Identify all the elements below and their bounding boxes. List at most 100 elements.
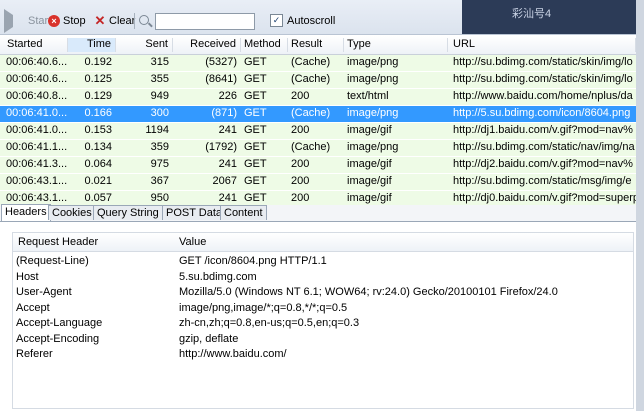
- autoscroll-label: Autoscroll: [287, 14, 336, 27]
- cell-time: 0.134: [84, 141, 112, 153]
- tab-content[interactable]: Content: [220, 205, 267, 220]
- cell-method: GET: [244, 192, 267, 204]
- cell-started: 00:06:43.1...: [6, 192, 68, 204]
- headers-table: Request Header Value (Request-Line) GET /…: [12, 232, 634, 409]
- cell-sent: 975: [150, 158, 169, 170]
- header-value-column[interactable]: Value: [179, 236, 206, 248]
- request-list-header: Started Time Sent Received Method Result…: [0, 36, 644, 55]
- cell-received: 241: [218, 192, 237, 204]
- cell-method: GET: [244, 107, 267, 119]
- cell-started: 00:06:41.3...: [6, 158, 68, 170]
- cell-method: GET: [244, 73, 267, 85]
- toolbar-separator: [134, 13, 135, 29]
- request-row[interactable]: 00:06:40.8... 0.129 949 226 GET 200 text/html h…: [0, 89, 644, 106]
- header-value: http://www.baidu.com/: [179, 348, 287, 360]
- header-name: Accept-Language: [16, 317, 103, 329]
- cell-started: 00:06:40.6...: [6, 56, 68, 68]
- cell-time: 0.125: [84, 73, 112, 85]
- cell-sent: 1194: [145, 124, 169, 136]
- header-value: 5.su.bdimg.com: [179, 270, 257, 283]
- stop-button[interactable]: × Stop: [48, 13, 86, 29]
- header-name: (Request-Line): [16, 255, 89, 267]
- cell-type: image/gif: [347, 158, 392, 170]
- cell-method: GET: [244, 124, 267, 136]
- request-row[interactable]: 00:06:40.6... 0.125 355 (8641) GET (Cache) ima…: [0, 72, 644, 89]
- cell-time: 0.153: [84, 124, 112, 136]
- clear-icon: ✕: [94, 13, 106, 28]
- request-row[interactable]: 00:06:41.0... 0.153 1194 241 GET 200 image/gif…: [0, 123, 644, 140]
- header-name: Accept-Encoding: [16, 332, 100, 345]
- search-input[interactable]: [155, 13, 255, 30]
- header-value: Mozilla/5.0 (Windows NT 6.1; WOW64; rv:2…: [179, 286, 558, 298]
- tab-post-data[interactable]: POST Data: [162, 205, 227, 220]
- header-row[interactable]: (Request-Line) GET /icon/8604.png HTTP/1.…: [13, 255, 633, 270]
- request-row[interactable]: 00:06:41.1... 0.134 359 (1792) GET (Cache) ima…: [0, 140, 644, 157]
- cell-type: image/png: [347, 107, 399, 119]
- column-sent[interactable]: Sent: [116, 38, 173, 52]
- start-button[interactable]: Start: [4, 9, 51, 33]
- cell-result: 200: [291, 175, 310, 187]
- cell-received: 226: [218, 90, 237, 102]
- cell-sent: 950: [150, 192, 169, 204]
- cell-time: 0.192: [84, 56, 112, 68]
- clear-button[interactable]: ✕ Clear: [94, 13, 136, 29]
- header-row[interactable]: Accept-Language zh-cn,zh;q=0.8,en-us;q=0.…: [13, 317, 633, 332]
- cell-started: 00:06:41.1...: [6, 141, 68, 153]
- header-row[interactable]: Accept-Encoding gzip, deflate: [13, 333, 633, 348]
- header-value: image/png,image/*;q=0.8,*/*;q=0.5: [179, 301, 348, 314]
- cell-started: 00:06:43.1...: [6, 175, 68, 187]
- cell-time: 0.021: [84, 175, 112, 187]
- column-method[interactable]: Method: [241, 38, 288, 52]
- column-type[interactable]: Type: [344, 38, 448, 52]
- column-started[interactable]: Started: [0, 38, 68, 52]
- column-url[interactable]: URL: [448, 38, 636, 52]
- cell-result: (Cache): [291, 73, 331, 85]
- header-row[interactable]: Host 5.su.bdimg.com: [13, 271, 633, 286]
- column-result[interactable]: Result: [288, 38, 344, 52]
- cell-result: (Cache): [291, 141, 331, 153]
- cell-time: 0.057: [84, 192, 112, 204]
- cell-time: 0.064: [84, 158, 112, 170]
- autoscroll-checkbox[interactable]: ✓: [270, 14, 283, 27]
- cell-type: image/png: [347, 73, 399, 85]
- autoscroll-toggle[interactable]: ✓ Autoscroll: [270, 14, 335, 27]
- detail-tabs: Headers Cookies Query String POST Data C…: [0, 204, 644, 222]
- cell-time: 0.129: [84, 90, 112, 102]
- tab-headers[interactable]: Headers: [1, 204, 51, 221]
- window-edge: [636, 0, 644, 411]
- background-window: 彩汕号4: [462, 0, 644, 34]
- play-icon: [4, 9, 25, 33]
- cell-type: image/gif: [347, 175, 392, 187]
- headers-panel: Request Header Value (Request-Line) GET /…: [0, 222, 644, 411]
- toolbar: Start × Stop ✕ Clear ✓ Autoscroll 彩汕号4: [0, 0, 644, 35]
- header-value: GET /icon/8604.png HTTP/1.1: [179, 255, 327, 267]
- cell-method: GET: [244, 175, 267, 187]
- stop-label: Stop: [63, 15, 86, 27]
- request-row[interactable]: 00:06:41.3... 0.064 975 241 GET 200 image/gif h…: [0, 157, 644, 174]
- cell-received: 241: [218, 158, 237, 170]
- search-icon: [139, 15, 149, 25]
- cell-url: http://su.bdimg.com/static/skin/img/lo: [453, 73, 633, 85]
- tab-query-string[interactable]: Query String: [93, 205, 163, 220]
- request-row[interactable]: 00:06:43.1... 0.021 367 2067 GET 200 image/gif…: [0, 174, 644, 191]
- column-received[interactable]: Received: [173, 38, 241, 52]
- request-row[interactable]: 00:06:41.0... 0.166 300 (871) GET (Cache) imag…: [0, 106, 644, 123]
- cell-type: image/gif: [347, 192, 392, 204]
- clear-label: Clear: [109, 15, 136, 27]
- cell-method: GET: [244, 56, 267, 68]
- header-row[interactable]: Referer http://www.baidu.com/: [13, 348, 633, 363]
- column-time[interactable]: Time: [68, 38, 116, 52]
- cell-url: http://su.bdimg.com/static/msg/img/e: [453, 175, 632, 187]
- cell-type: image/gif: [347, 124, 392, 136]
- tab-cookies[interactable]: Cookies: [48, 205, 96, 220]
- header-name: Accept: [16, 301, 50, 314]
- header-name-column[interactable]: Request Header: [18, 236, 98, 248]
- header-name: Host: [16, 270, 39, 283]
- request-row[interactable]: 00:06:40.6... 0.192 315 (5327) GET (Cache) ima…: [0, 55, 644, 72]
- cell-method: GET: [244, 158, 267, 170]
- cell-received: 2067: [212, 175, 237, 187]
- cell-method: GET: [244, 141, 267, 153]
- cell-result: (Cache): [291, 107, 331, 119]
- header-row[interactable]: User-Agent Mozilla/5.0 (Windows NT 6.1; W…: [13, 286, 633, 301]
- header-row[interactable]: Accept image/png,image/*;q=0.8,*/*;q=0.5: [13, 302, 633, 317]
